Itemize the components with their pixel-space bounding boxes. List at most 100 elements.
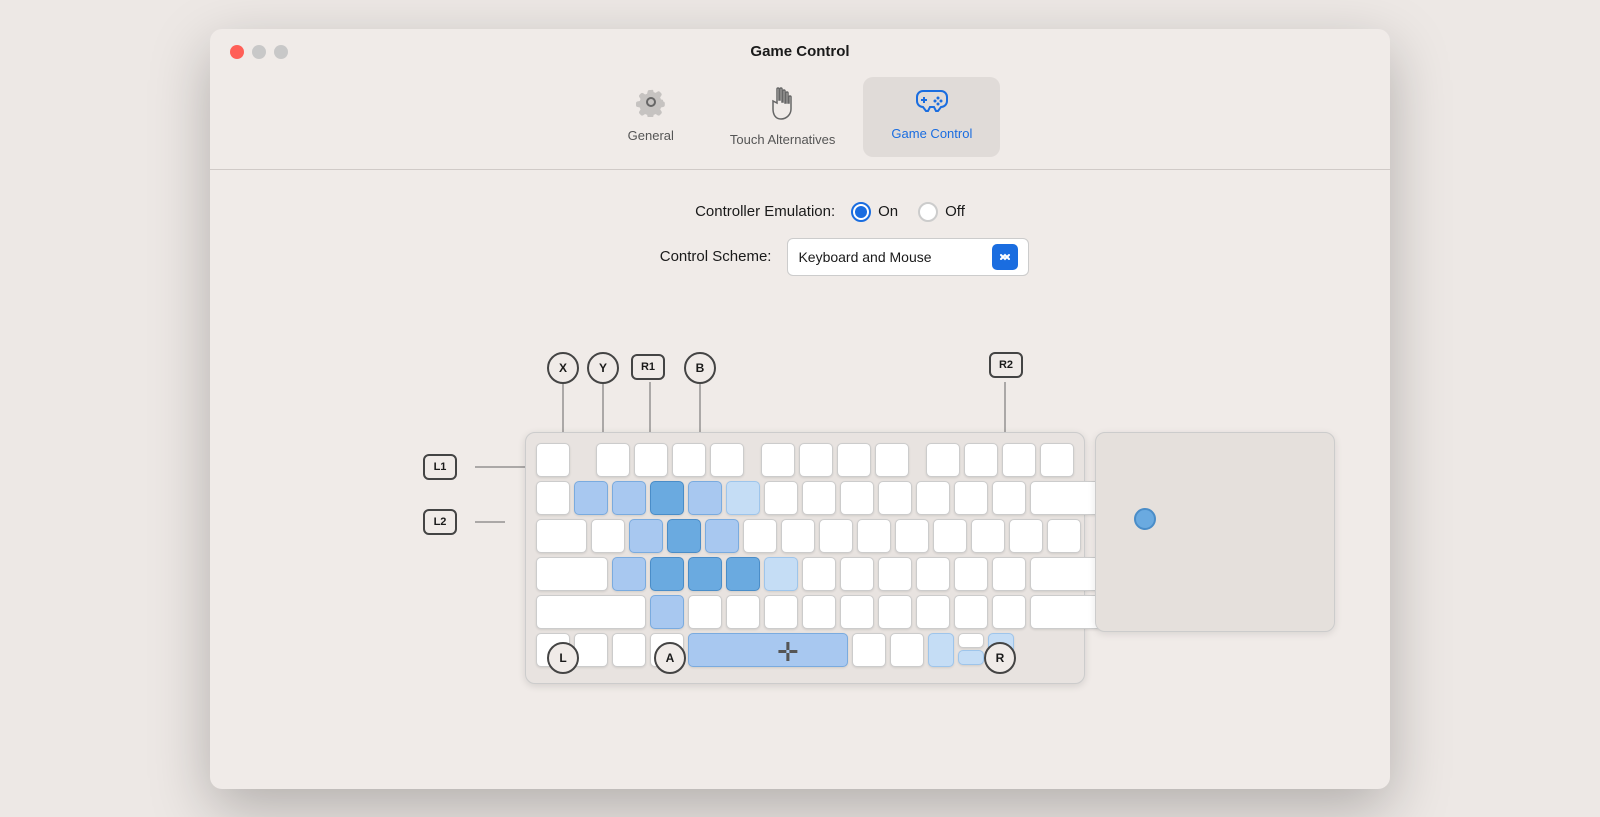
trackpad (1095, 432, 1335, 632)
key-rcmd (852, 633, 886, 667)
kb-row-qwerty (536, 519, 1074, 553)
tab-touch[interactable]: Touch Alternatives (702, 77, 864, 157)
key-z (650, 595, 684, 629)
key-f9 (926, 443, 960, 477)
close-button[interactable] (230, 45, 244, 59)
key-backtick (536, 481, 570, 515)
key-rbracket (1009, 519, 1043, 553)
key-f2 (634, 443, 668, 477)
key-f11 (1002, 443, 1036, 477)
key-semicolon (954, 557, 988, 591)
key-r (705, 519, 739, 553)
emulation-on-option[interactable]: On (851, 202, 898, 222)
key-2 (612, 481, 646, 515)
l-badge: L (547, 642, 579, 674)
key-3 (650, 481, 684, 515)
key-b (802, 595, 836, 629)
tab-general[interactable]: General (600, 77, 702, 157)
emulation-row: Controller Emulation: On Off (250, 202, 1350, 222)
key-w (629, 519, 663, 553)
minimize-button[interactable] (252, 45, 266, 59)
key-f6 (799, 443, 833, 477)
key-o (895, 519, 929, 553)
key-esc (536, 443, 570, 477)
scheme-value: Keyboard and Mouse (798, 249, 931, 265)
key-d (688, 557, 722, 591)
key-lshift (536, 595, 646, 629)
controller-diagram: X Y R1 B R2 L1 L2 (385, 352, 1215, 692)
key-f12 (1040, 443, 1074, 477)
kb-row-zxcv (536, 595, 1074, 629)
key-f5 (761, 443, 795, 477)
gamepad-icon (914, 87, 950, 120)
titlebar: Game Control (210, 29, 1390, 59)
hand-icon (768, 87, 798, 126)
tab-gamecontrol[interactable]: Game Control (863, 77, 1000, 157)
maximize-button[interactable] (274, 45, 288, 59)
emulation-radio-group: On Off (851, 202, 965, 222)
key-g (764, 557, 798, 591)
key-9 (878, 481, 912, 515)
key-4 (688, 481, 722, 515)
key-m (878, 595, 912, 629)
key-c (726, 595, 760, 629)
key-lbracket (971, 519, 1005, 553)
key-f7 (837, 443, 871, 477)
key-down (958, 650, 984, 665)
dpad-icon: ✛ (777, 637, 799, 668)
key-backslash (1047, 519, 1081, 553)
content-area: Controller Emulation: On Off Control Sch… (210, 170, 1390, 789)
key-return (1030, 557, 1102, 591)
trackpad-cursor (1134, 508, 1156, 530)
key-l (916, 557, 950, 591)
toolbar: General Touch Alternatives (210, 59, 1390, 157)
kb-row-fn (536, 443, 1074, 477)
key-ralt (890, 633, 924, 667)
x-badge: X (547, 352, 579, 384)
r2-badge: R2 (989, 352, 1023, 378)
key-minus (954, 481, 988, 515)
key-equal (992, 481, 1026, 515)
key-t (743, 519, 777, 553)
tab-touch-label: Touch Alternatives (730, 132, 836, 147)
gear-icon (636, 87, 666, 122)
key-f (726, 557, 760, 591)
emulation-on-dot (855, 206, 867, 218)
l2-badge: L2 (423, 509, 457, 535)
key-0 (916, 481, 950, 515)
tab-general-label: General (628, 128, 674, 143)
key-period (954, 595, 988, 629)
key-x (688, 595, 722, 629)
key-delete (1030, 481, 1102, 515)
key-comma (916, 595, 950, 629)
key-8 (840, 481, 874, 515)
key-alt (612, 633, 646, 667)
key-p (933, 519, 967, 553)
dropdown-arrow-icon (992, 244, 1018, 270)
key-k (878, 557, 912, 591)
main-window: Game Control General Touch Alternatives (210, 29, 1390, 789)
r-badge: R (984, 642, 1016, 674)
l1-badge: L1 (423, 454, 457, 480)
key-i (857, 519, 891, 553)
key-f4 (710, 443, 744, 477)
key-u (819, 519, 853, 553)
scheme-dropdown[interactable]: Keyboard and Mouse (787, 238, 1028, 276)
key-tab (536, 519, 587, 553)
emulation-off-radio[interactable] (918, 202, 938, 222)
y-badge: Y (587, 352, 619, 384)
emulation-on-radio[interactable] (851, 202, 871, 222)
key-f10 (964, 443, 998, 477)
window-title: Game Control (750, 43, 849, 60)
emulation-off-label: Off (945, 203, 965, 220)
key-h (802, 557, 836, 591)
tab-gamecontrol-label: Game Control (891, 126, 972, 141)
key-7 (802, 481, 836, 515)
a-badge: A (654, 642, 686, 674)
emulation-on-label: On (878, 203, 898, 220)
key-f3 (672, 443, 706, 477)
emulation-off-option[interactable]: Off (918, 202, 965, 222)
key-q (591, 519, 625, 553)
trackpad-area (1095, 432, 1335, 632)
key-capslock (536, 557, 608, 591)
